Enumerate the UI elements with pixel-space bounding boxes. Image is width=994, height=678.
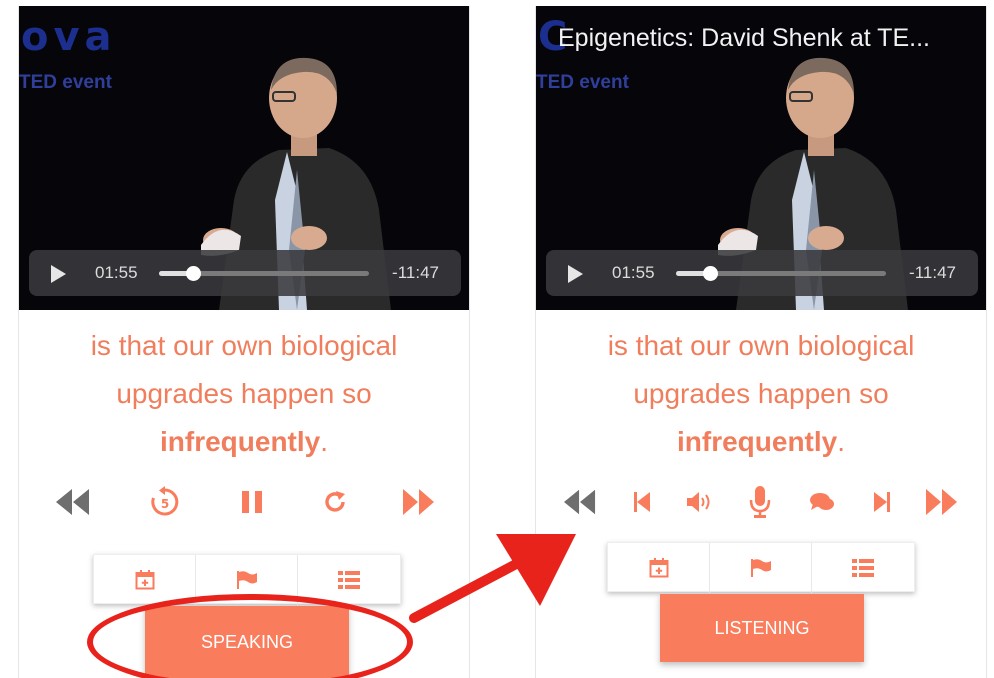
flag-icon [750, 559, 771, 577]
event-label: TED event [536, 72, 629, 93]
list-icon [338, 571, 360, 589]
remaining-time: -11:47 [392, 263, 439, 282]
calendar-plus-icon [649, 558, 668, 578]
fast-rewind-icon [564, 489, 596, 515]
skip-next-button[interactable] [862, 482, 902, 522]
pause-button[interactable] [232, 482, 272, 522]
list-icon [852, 559, 874, 577]
fast-forward-button[interactable] [922, 482, 962, 522]
annotation-arrow-icon [409, 534, 576, 623]
subtitle-line-3: infrequently. [19, 418, 469, 466]
flag-button[interactable] [710, 543, 812, 593]
subtitle-text: is that our own biological upgrades happ… [19, 322, 469, 466]
list-button[interactable] [812, 543, 914, 593]
replay-5-button[interactable]: 5 [145, 482, 185, 522]
tool-bar [607, 542, 915, 593]
video-controls: 01:55 -11:47 [546, 250, 978, 296]
svg-text:5: 5 [161, 497, 169, 511]
subtitle-text: is that our own biological upgrades happ… [536, 322, 986, 466]
fast-rewind-button[interactable] [560, 482, 600, 522]
fast-forward-button[interactable] [399, 482, 439, 522]
remaining-time: -11:47 [909, 263, 956, 282]
volume-button[interactable] [680, 482, 720, 522]
app-panel-listening: C TED event Epigenetics: David Shenk at … [535, 6, 987, 678]
fast-rewind-button[interactable] [53, 482, 93, 522]
seek-bar[interactable] [676, 266, 886, 281]
subtitle-line-1: is that our own biological [90, 330, 398, 361]
microphone-button[interactable] [740, 482, 780, 522]
skip-previous-button[interactable] [622, 482, 662, 522]
current-time: 01:55 [612, 263, 655, 282]
subtitle-line-3: infrequently. [536, 418, 986, 466]
current-time: 01:55 [95, 263, 138, 282]
microphone-icon [749, 486, 771, 518]
seek-knob[interactable] [702, 266, 718, 281]
flag-icon [236, 571, 257, 589]
volume-icon [687, 492, 710, 512]
seek-bar[interactable] [159, 266, 369, 281]
subtitle-line-2: upgrades happen so [633, 378, 889, 409]
subtitle-end: . [837, 426, 845, 457]
chat-icon [810, 493, 834, 510]
video-controls: 01:55 -11:47 [29, 250, 461, 296]
redo-button[interactable] [315, 482, 355, 522]
video-player[interactable]: ova TED event 01:55 -11:47 [19, 6, 469, 310]
transport-controls: 5 [19, 482, 469, 522]
subtitle-emphasis: infrequently [159, 426, 321, 457]
fast-forward-icon [403, 489, 434, 515]
subtitle-end: . [320, 426, 328, 457]
skip-previous-icon [634, 492, 650, 512]
video-title: Epigenetics: David Shenk at TE... [558, 24, 930, 52]
fast-rewind-icon [56, 489, 89, 515]
fast-forward-icon [926, 489, 957, 515]
skip-next-icon [874, 492, 890, 512]
subtitle-line-1: is that our own biological [607, 330, 915, 361]
add-to-calendar-button[interactable] [608, 543, 710, 593]
event-logo: ova [21, 14, 117, 60]
subtitle-emphasis: infrequently [676, 426, 838, 457]
play-icon[interactable] [51, 265, 66, 283]
transport-controls [536, 482, 986, 522]
pause-icon [242, 491, 262, 513]
redo-icon [325, 491, 345, 512]
event-label: TED event [19, 72, 112, 93]
play-icon[interactable] [568, 265, 583, 283]
subtitle-line-2: upgrades happen so [116, 378, 372, 409]
calendar-plus-icon [135, 570, 154, 590]
replay-5-icon: 5 [151, 486, 179, 516]
listening-button[interactable]: LISTENING [660, 594, 864, 662]
seek-knob[interactable] [185, 266, 201, 281]
video-player[interactable]: C TED event Epigenetics: David Shenk at … [536, 6, 986, 310]
chat-button[interactable] [802, 482, 842, 522]
